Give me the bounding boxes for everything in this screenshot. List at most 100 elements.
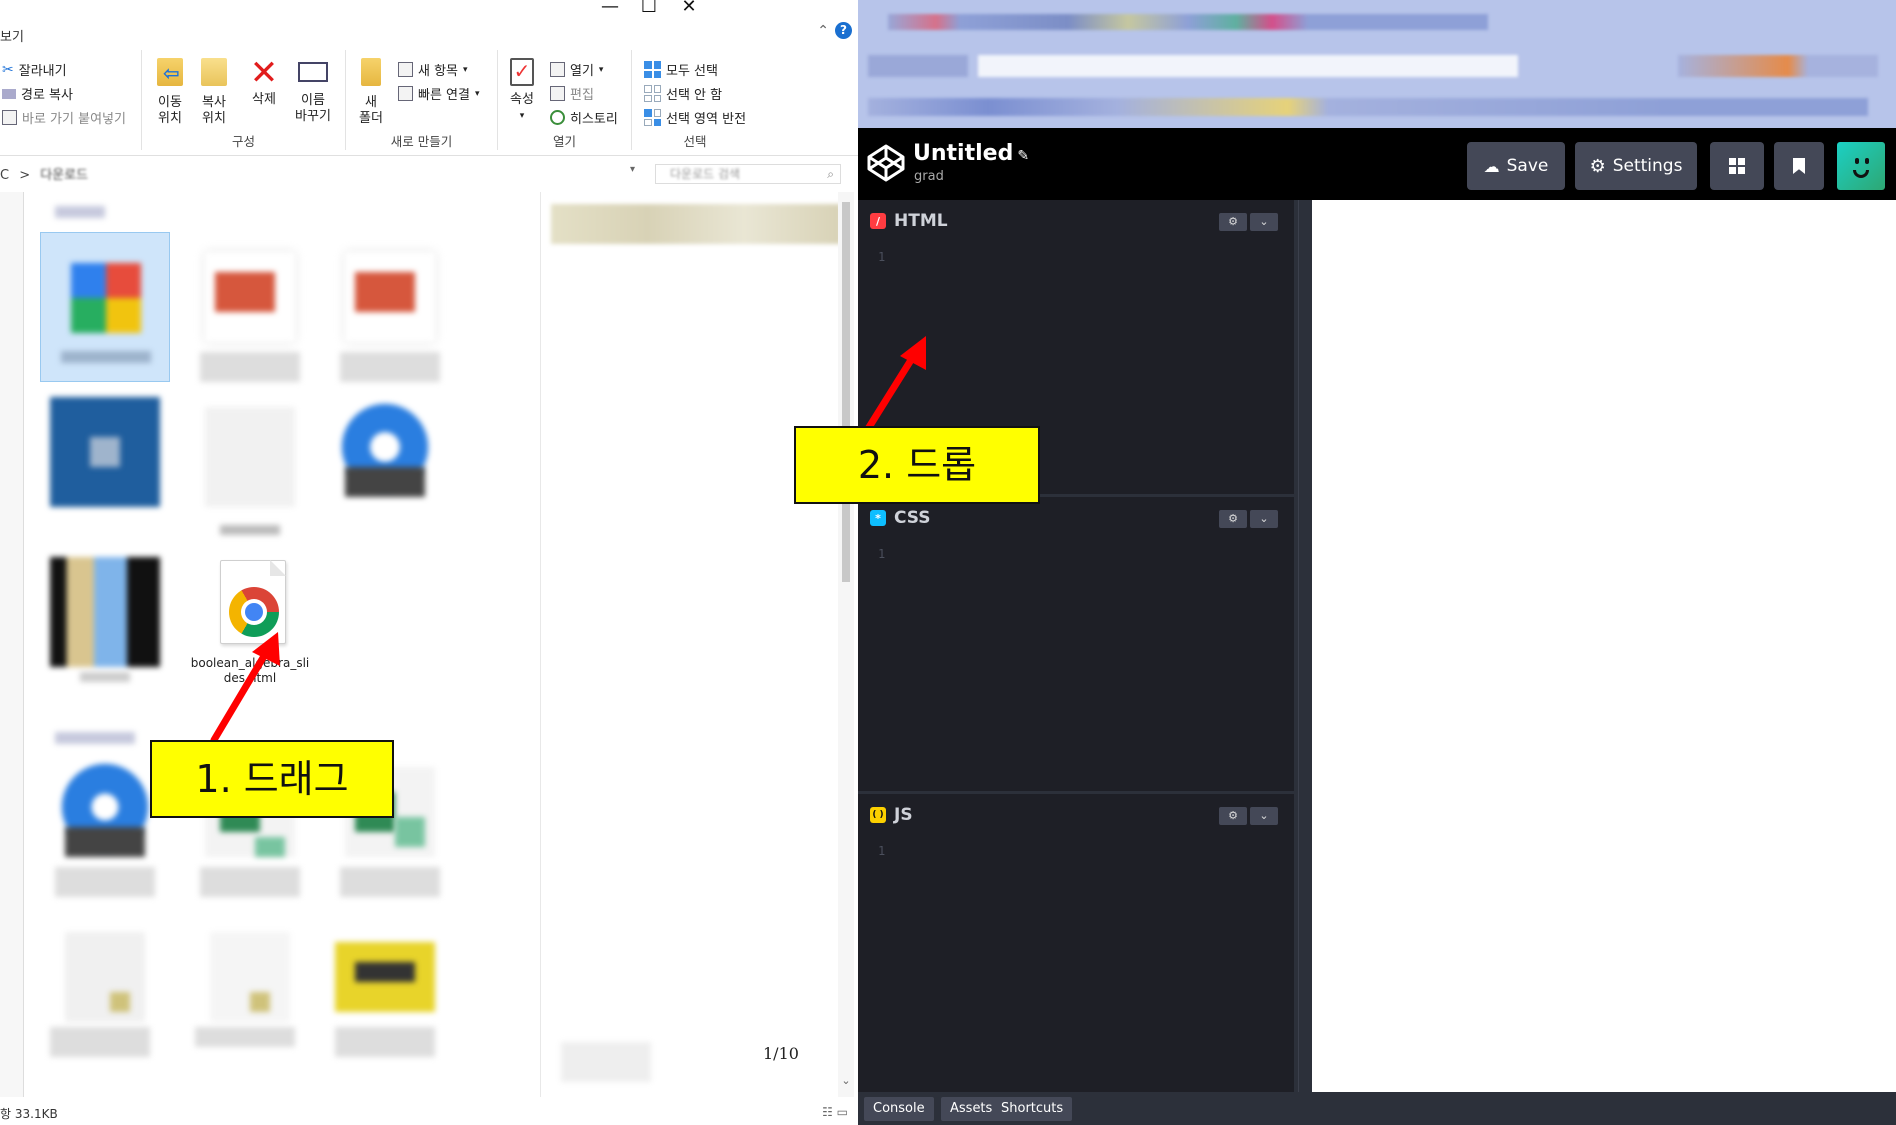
ribbon-group-label-new: 새로 만들기 — [390, 134, 453, 149]
delete-label: 삭제 — [252, 92, 276, 107]
file-tile[interactable] — [325, 932, 455, 1082]
open-button[interactable]: 열기 ▾ — [550, 60, 603, 79]
scroll-down-icon[interactable]: ⌄ — [838, 1074, 854, 1087]
file-tile[interactable] — [185, 932, 315, 1082]
paste-shortcut-button[interactable]: 바로 가기 붙여넣기 — [2, 108, 126, 127]
select-none-button[interactable]: 선택 안 함 — [644, 84, 722, 103]
file-name-blurred — [200, 867, 300, 897]
bookmark-button[interactable] — [1774, 142, 1824, 190]
search-input[interactable]: 다운로드 검색 ⌕ — [655, 164, 841, 184]
file-thumbnail-accent — [255, 837, 285, 857]
editor-collapse-chevron-icon[interactable]: ⌄ — [1250, 213, 1278, 231]
edit-title-pencil-icon[interactable]: ✎ — [1017, 148, 1029, 164]
invert-selection-icon — [644, 109, 661, 126]
html-editor-title: HTML — [894, 211, 948, 231]
scrollbar-thumb[interactable] — [842, 202, 850, 582]
easy-access-icon — [398, 86, 413, 101]
settings-button[interactable]: ⚙ Settings — [1575, 142, 1697, 190]
pen-author[interactable]: grad — [914, 169, 944, 184]
editor-result-resizer[interactable] — [1294, 200, 1312, 1092]
new-folder-button[interactable]: 새 폴더 — [356, 58, 386, 127]
move-to-label-1: 이동 — [158, 95, 182, 110]
codepen-logo-icon[interactable] — [866, 143, 906, 183]
ribbon-tab-view[interactable]: 보기 — [0, 26, 24, 45]
help-icon[interactable]: ? — [835, 22, 852, 39]
editor-settings-gear-icon[interactable]: ⚙ — [1219, 213, 1247, 231]
copy-to-button[interactable]: 복사 위치 — [194, 58, 234, 127]
copy-path-button[interactable]: 경로 복사 — [2, 84, 73, 103]
invert-selection-button[interactable]: 선택 영역 반전 — [644, 108, 746, 127]
easy-access-button[interactable]: 빠른 연결 ▾ — [398, 84, 480, 103]
change-view-button[interactable] — [1710, 142, 1764, 190]
js-editor[interactable]: ( ) JS ⚙ ⌄ 1 — [858, 794, 1294, 1091]
rename-label-1: 이름 — [301, 93, 325, 108]
cut-button[interactable]: ✂ 잘라내기 — [2, 60, 67, 80]
file-tile[interactable] — [325, 232, 455, 382]
editor-collapse-chevron-icon[interactable]: ⌄ — [1250, 807, 1278, 825]
ribbon-group-label-select: 선택 — [683, 134, 707, 149]
new-item-icon — [398, 62, 413, 77]
invert-selection-label: 선택 영역 반전 — [666, 112, 747, 127]
breadcrumb-folder[interactable]: 다운로드 — [40, 168, 88, 183]
file-tile[interactable] — [40, 397, 170, 547]
properties-button[interactable]: ✓ 속성 ▾ — [506, 58, 538, 124]
file-thumbnail-accent — [355, 962, 415, 982]
ribbon-group-label-open: 열기 — [552, 134, 576, 149]
cloud-icon: ☁ — [1483, 156, 1500, 176]
address-dropdown-icon[interactable]: ▾ — [630, 164, 635, 175]
save-button[interactable]: ☁ Save — [1467, 142, 1565, 190]
breadcrumb-drive[interactable]: C — [0, 168, 9, 183]
dropdown-arrow-icon: ▾ — [598, 64, 604, 75]
file-thumbnail-accent — [215, 272, 275, 312]
file-tile[interactable] — [185, 397, 315, 547]
preview-blurred-content — [561, 1042, 651, 1082]
pen-title[interactable]: Untitled ✎ — [913, 141, 1029, 166]
console-button[interactable]: Console — [864, 1097, 934, 1121]
select-none-label: 선택 안 함 — [666, 88, 723, 103]
edit-button[interactable]: 편집 — [550, 84, 594, 103]
editor-collapse-chevron-icon[interactable]: ⌄ — [1250, 510, 1278, 528]
file-tile-selected[interactable] — [40, 232, 170, 382]
html-editor-header: / HTML ⚙ ⌄ — [858, 200, 1294, 242]
history-button[interactable]: 히스토리 — [550, 108, 618, 127]
drag-arrow — [210, 632, 280, 744]
group-header — [55, 206, 105, 218]
line-number: 1 — [878, 250, 886, 264]
drop-arrow — [862, 336, 926, 436]
editor-settings-gear-icon[interactable]: ⚙ — [1219, 807, 1247, 825]
copy-folder-icon — [201, 58, 227, 86]
file-tile[interactable] — [40, 932, 170, 1082]
new-folder-label-2: 폴더 — [359, 111, 383, 126]
shortcuts-button[interactable]: Shortcuts — [992, 1097, 1073, 1121]
user-avatar[interactable] — [1837, 142, 1885, 190]
delete-button[interactable]: ✕ 삭제 — [246, 56, 282, 108]
file-tile[interactable] — [185, 232, 315, 382]
file-tile[interactable] — [40, 557, 170, 707]
move-to-label-2: 위치 — [158, 111, 182, 126]
search-icon[interactable]: ⌕ — [827, 165, 834, 183]
preview-scrollbar[interactable]: ⌄ — [838, 192, 854, 1097]
view-mode-icons[interactable]: ☷ ▭ — [822, 1105, 848, 1119]
close-button[interactable]: ✕ — [664, 0, 714, 18]
rename-button[interactable]: 이름 바꾸기 — [290, 58, 336, 125]
select-all-button[interactable]: 모두 선택 — [644, 60, 718, 79]
editor-settings-gear-icon[interactable]: ⚙ — [1219, 510, 1247, 528]
new-item-button[interactable]: 새 항목 ▾ — [398, 60, 468, 79]
drop-callout: 2. 드롭 — [794, 426, 1040, 504]
file-name-blurred — [55, 867, 155, 897]
edit-icon — [550, 86, 565, 101]
copy-to-label-2: 위치 — [202, 111, 226, 126]
file-name-blurred — [195, 1027, 295, 1047]
gear-icon: ⚙ — [1589, 155, 1606, 177]
navigation-pane[interactable] — [0, 192, 24, 1097]
move-to-button[interactable]: ⇦ 이동 위치 — [150, 58, 190, 127]
ribbon: ✂ 잘라내기 경로 복사 바로 가기 붙여넣기 ⇦ 이동 위치 복사 위치 ✕ — [0, 46, 858, 156]
select-all-label: 모두 선택 — [666, 64, 718, 79]
file-thumbnail — [65, 932, 145, 1022]
easy-access-label: 빠른 연결 — [418, 88, 470, 103]
css-editor[interactable]: * CSS ⚙ ⌄ 1 — [858, 497, 1294, 794]
file-tile[interactable] — [325, 397, 455, 547]
result-preview-iframe[interactable] — [1312, 200, 1896, 1092]
collapse-ribbon-icon[interactable]: ⌃ — [817, 23, 829, 39]
file-name-blurred — [80, 672, 130, 682]
